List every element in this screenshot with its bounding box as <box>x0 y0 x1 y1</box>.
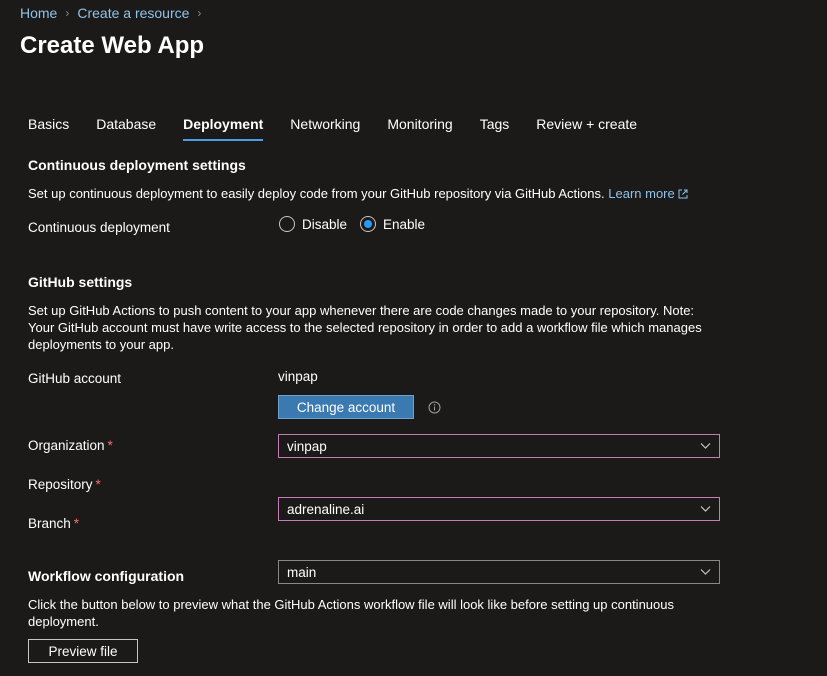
workflow-heading: Workflow configuration <box>28 568 185 584</box>
cd-heading: Continuous deployment settings <box>28 157 246 173</box>
cd-description-block: Set up continuous deployment to easily d… <box>28 185 818 202</box>
chevron-right-icon: › <box>65 6 70 20</box>
radio-disable-label: Disable <box>302 216 348 232</box>
tab-deployment[interactable]: Deployment <box>183 116 264 141</box>
chevron-down-icon <box>700 506 711 512</box>
organization-value: vinpap <box>287 438 327 454</box>
cd-description: Set up continuous deployment to easily d… <box>28 186 605 201</box>
cd-label: Continuous deployment <box>28 220 170 235</box>
tab-tags[interactable]: Tags <box>480 116 510 140</box>
chevron-down-icon <box>700 443 711 449</box>
breadcrumb-create-resource[interactable]: Create a resource <box>77 5 189 21</box>
required-asterisk: * <box>95 477 101 492</box>
required-asterisk: * <box>73 516 80 531</box>
tab-database[interactable]: Database <box>96 116 156 140</box>
cd-radio-group: Disable Enable <box>279 216 438 232</box>
github-account-label: GitHub account <box>28 371 122 386</box>
github-description: Set up GitHub Actions to push content to… <box>28 303 702 352</box>
organization-dropdown[interactable]: vinpap <box>278 434 720 458</box>
learn-more-link[interactable]: Learn more <box>608 186 688 201</box>
preview-file-button[interactable]: Preview file <box>28 639 138 663</box>
branch-dropdown[interactable]: main <box>278 560 720 584</box>
repository-dropdown[interactable]: adrenaline.ai <box>278 497 720 521</box>
chevron-down-icon <box>700 569 711 575</box>
breadcrumb-home[interactable]: Home <box>20 5 57 21</box>
radio-disable[interactable]: Disable <box>279 216 347 232</box>
tab-monitoring[interactable]: Monitoring <box>387 116 452 140</box>
tab-basics[interactable]: Basics <box>28 116 69 140</box>
tab-networking[interactable]: Networking <box>290 116 360 140</box>
chevron-right-icon: › <box>197 6 202 20</box>
tab-bar: Basics Database Deployment Networking Mo… <box>28 116 664 141</box>
change-account-button[interactable]: Change account <box>278 395 414 419</box>
page-title: Create Web App <box>20 32 205 59</box>
workflow-description: Click the button below to preview what t… <box>28 597 674 629</box>
info-icon[interactable] <box>428 401 441 414</box>
tab-review-create[interactable]: Review + create <box>536 116 637 140</box>
branch-value: main <box>287 564 317 580</box>
external-link-icon <box>678 189 688 199</box>
github-account-value: vinpap <box>278 369 318 384</box>
organization-label: Organization * <box>28 438 113 453</box>
branch-label: Branch * <box>28 516 80 531</box>
radio-enable[interactable]: Enable <box>360 216 425 232</box>
repository-label: Repository * <box>28 477 101 492</box>
radio-enable-label: Enable <box>383 216 426 232</box>
repository-value: adrenaline.ai <box>287 501 365 517</box>
breadcrumb: Home › Create a resource › <box>20 5 209 21</box>
radio-circle-selected <box>360 216 377 232</box>
github-heading: GitHub settings <box>28 274 133 290</box>
required-asterisk: * <box>107 438 113 453</box>
radio-circle <box>279 216 295 232</box>
